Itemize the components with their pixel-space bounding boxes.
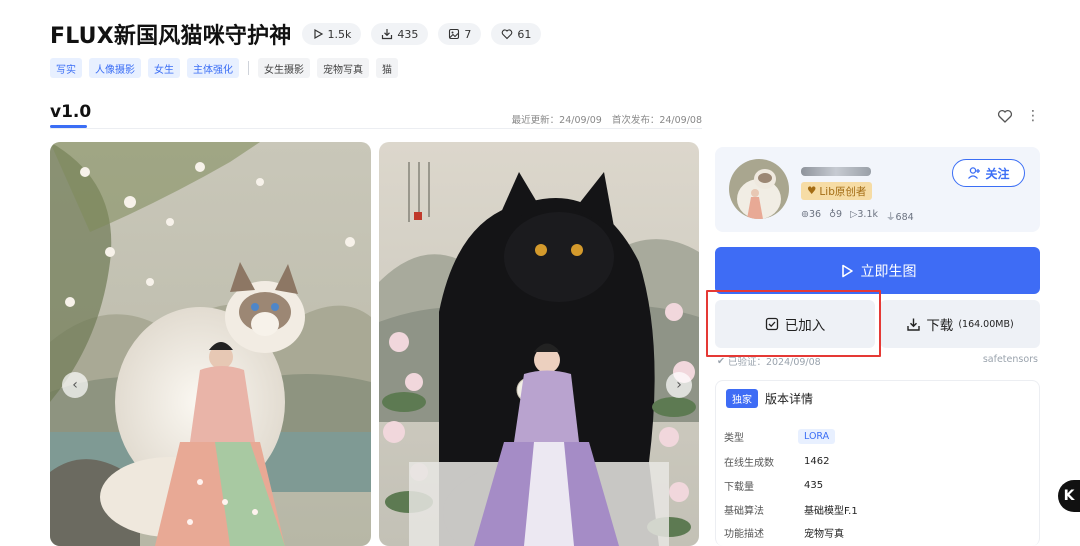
floating-action-button[interactable]: K: [1058, 480, 1080, 512]
generate-label: 立即生图: [860, 263, 917, 280]
tags-row: 写实 人像摄影 女生 主体强化 女生摄影 宠物写真 猫: [50, 58, 398, 78]
page-title: FLUX新国风猫咪守护神: [50, 24, 292, 49]
images-count: 7: [464, 27, 472, 41]
download-size: (164.00MB): [958, 318, 1014, 330]
detail-value: 宠物写真: [804, 529, 844, 540]
favorite-heart-icon[interactable]: [997, 108, 1013, 124]
creator-downloads-count: 684: [895, 212, 914, 223]
detail-label: 类型: [724, 433, 744, 444]
tag[interactable]: 宠物写真: [317, 58, 369, 78]
details-title: 版本详情: [765, 392, 814, 406]
model-type-tag[interactable]: LORA: [798, 429, 836, 444]
more-options-icon[interactable]: ⋮: [1026, 107, 1040, 125]
title-row: FLUX新国风猫咪守护神 1.5k 435 7 61: [50, 18, 542, 50]
download-icon: [382, 29, 393, 40]
likes-count: 61: [517, 27, 532, 41]
detail-label: 功能描述: [724, 529, 764, 540]
tag[interactable]: 主体强化: [187, 58, 239, 78]
detail-row-base-model: 基础算法 基础模型F.1: [724, 502, 858, 517]
image-icon: [449, 28, 460, 40]
creator-name-redacted[interactable]: [801, 167, 871, 176]
updated-date: 最近更新：24/09/09: [511, 115, 602, 126]
highlight-box: [706, 290, 881, 357]
thumb-icon: ♁: [829, 209, 837, 220]
tag[interactable]: 写实: [50, 58, 82, 78]
detail-row-type: 类型 LORA: [724, 429, 836, 444]
follow-button[interactable]: 关注: [952, 159, 1025, 187]
avatar[interactable]: [729, 159, 789, 219]
likes-stat[interactable]: 61: [491, 23, 542, 45]
preview-image-2[interactable]: [379, 142, 699, 546]
preview-image-1[interactable]: [50, 142, 371, 546]
detail-label: 在线生成数: [724, 458, 774, 469]
diamond-icon: ♥: [807, 185, 817, 197]
play-icon: [313, 28, 323, 40]
downloads-stat: 435: [371, 23, 429, 45]
images-stat: 7: [438, 23, 482, 45]
creator-followers: ⊚36: [801, 209, 821, 223]
tag[interactable]: 女生: [148, 58, 180, 78]
tag[interactable]: 女生摄影: [258, 58, 310, 78]
creator-badge: ♥ Lib原创者: [801, 182, 873, 200]
heart-icon: [502, 29, 513, 40]
chevron-right-icon: ›: [676, 377, 682, 393]
tag[interactable]: 猫: [376, 58, 398, 78]
divider: [50, 128, 702, 129]
version-details-card: 独家 版本详情 类型 LORA 在线生成数 1462 下载量 435 基础算法 …: [715, 380, 1040, 546]
details-header: 独家 版本详情: [726, 389, 813, 408]
verified-text: 已验证：2024/09/08: [727, 357, 821, 368]
carousel-prev-button[interactable]: ‹: [62, 372, 88, 398]
creator-downloads: ⏚684: [886, 209, 914, 223]
creator-stats: ⊚36 ♁9 ▷3.1k ⏚684: [801, 209, 914, 223]
views-count: 1.5k: [327, 27, 352, 41]
carousel-next-button[interactable]: ›: [666, 372, 692, 398]
creator-views: ▷3.1k: [850, 209, 878, 223]
user-icon: ⊚: [801, 209, 809, 220]
detail-row-downloads: 下载量 435: [724, 478, 823, 493]
creator-followers-count: 36: [808, 209, 822, 220]
download-button[interactable]: 下载 (164.00MB): [880, 300, 1040, 348]
chevron-left-icon: ‹: [72, 377, 78, 393]
creator-likes-count: 9: [836, 209, 843, 220]
detail-value: 435: [804, 480, 824, 491]
download-icon: [907, 318, 921, 331]
play-icon: [841, 264, 853, 277]
published-date: 首次发布：24/09/08: [611, 115, 702, 126]
follow-label: 关注: [985, 166, 1010, 181]
verified-status: ✔ 已验证：2024/09/08: [717, 354, 821, 369]
download-icon: ⏚: [886, 212, 896, 223]
version-dates: 最近更新：24/09/09 首次发布：24/09/08: [512, 112, 702, 126]
tag[interactable]: 人像摄影: [89, 58, 141, 78]
creator-card: ♥ Lib原创者 ⊚36 ♁9 ▷3.1k ⏚684 关注: [715, 147, 1040, 232]
detail-value: 基础模型F.1: [804, 506, 858, 517]
detail-row-generations: 在线生成数 1462: [724, 454, 829, 469]
creator-badge-label: Lib原创者: [819, 185, 867, 198]
detail-label: 基础算法: [724, 506, 764, 517]
creator-likes: ♁9: [829, 209, 842, 223]
exclusive-badge: 独家: [726, 389, 758, 408]
generate-button[interactable]: 立即生图: [715, 247, 1040, 294]
detail-row-description: 功能描述 宠物写真: [724, 525, 844, 540]
downloads-count: 435: [397, 27, 419, 41]
detail-value: 1462: [804, 456, 830, 467]
tab-version[interactable]: v1.0: [50, 102, 91, 122]
download-label: 下载: [926, 318, 954, 334]
detail-label: 下载量: [724, 482, 754, 493]
shield-check-icon: ✔: [717, 355, 725, 367]
creator-views-count: 3.1k: [857, 209, 879, 220]
file-format: safetensors: [982, 354, 1038, 365]
add-user-icon: [968, 167, 981, 179]
views-stat: 1.5k: [301, 23, 362, 45]
tag-divider: [248, 61, 249, 75]
